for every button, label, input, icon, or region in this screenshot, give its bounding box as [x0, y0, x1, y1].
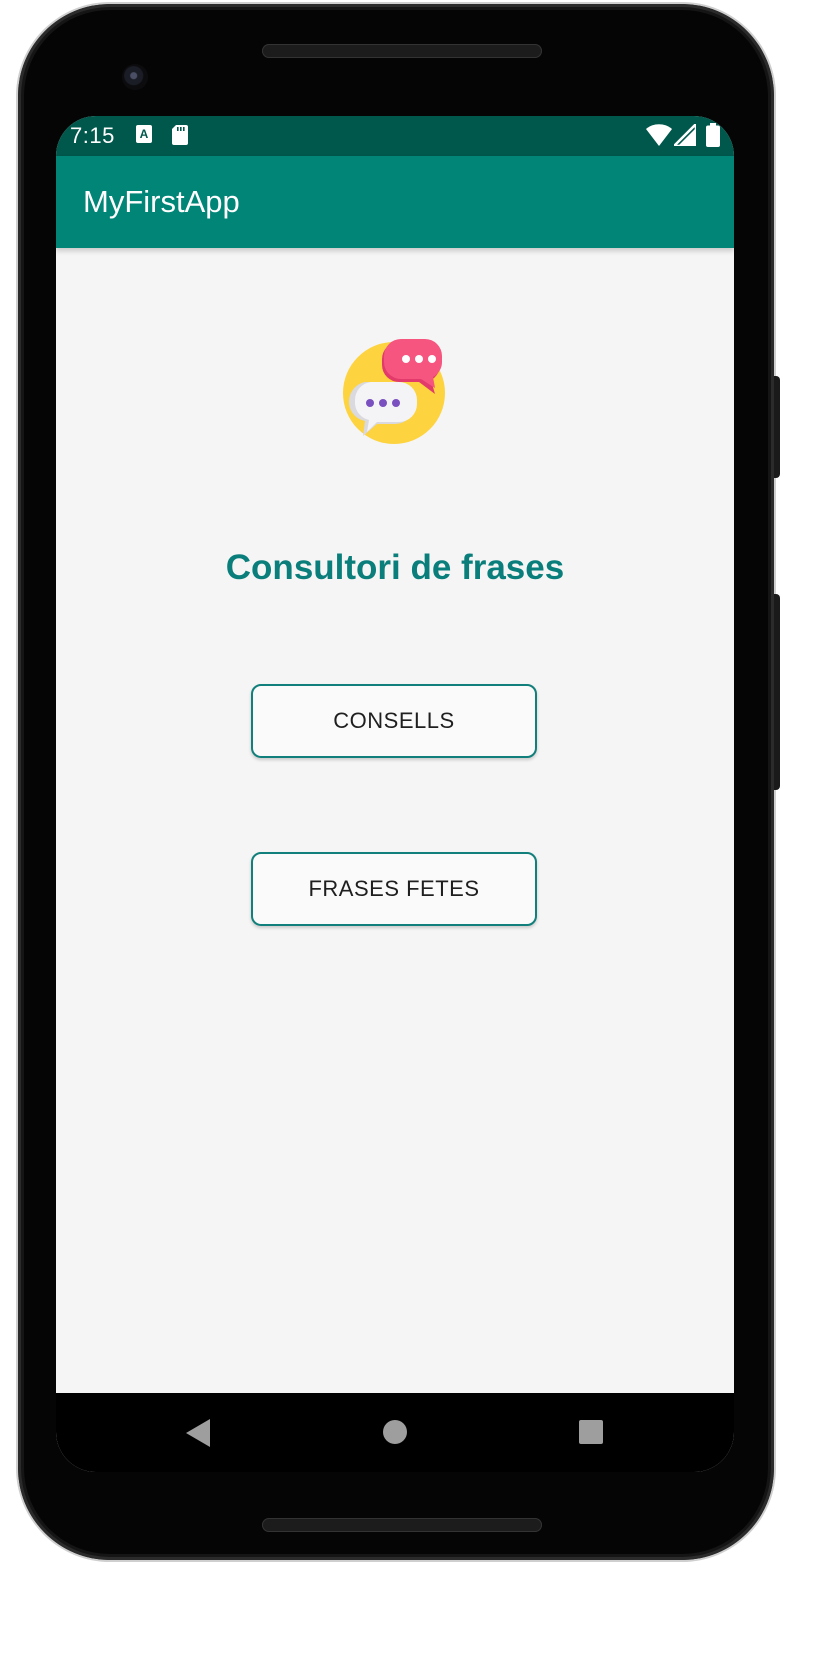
back-icon[interactable] [186, 1419, 210, 1452]
wifi-icon [646, 124, 672, 151]
status-time: 7:15 [70, 123, 115, 148]
page-heading: Consultori de frases [225, 548, 565, 587]
recents-icon[interactable] [578, 1419, 604, 1450]
bottom-speaker [262, 1518, 542, 1532]
frases-fetes-button[interactable]: FRASES FETES [251, 852, 537, 926]
app-title: MyFirstApp [83, 184, 240, 219]
top-speaker [262, 44, 542, 58]
sd-card-icon [172, 125, 188, 150]
status-bar: 7:15 A [56, 116, 734, 156]
navigation-bar [56, 1393, 734, 1472]
consells-button[interactable]: CONSELLS [251, 684, 537, 758]
cellular-signal-icon [672, 122, 698, 151]
svg-text:A: A [140, 127, 149, 141]
phone-frame: 7:15 A MyFirstApp Consultori de frases C… [18, 4, 780, 1560]
volume-button [774, 594, 780, 790]
battery-icon [706, 123, 720, 152]
home-icon[interactable] [382, 1419, 408, 1450]
chat-bubbles-icon [343, 336, 449, 446]
keyboard-a-icon: A [136, 125, 152, 148]
screen: 7:15 A MyFirstApp Consultori de frases C… [56, 116, 734, 1472]
main-content: Consultori de frases CONSELLS FRASES FET… [56, 248, 734, 1393]
app-bar: MyFirstApp [56, 156, 734, 248]
front-camera [122, 64, 148, 90]
power-button [774, 376, 780, 478]
